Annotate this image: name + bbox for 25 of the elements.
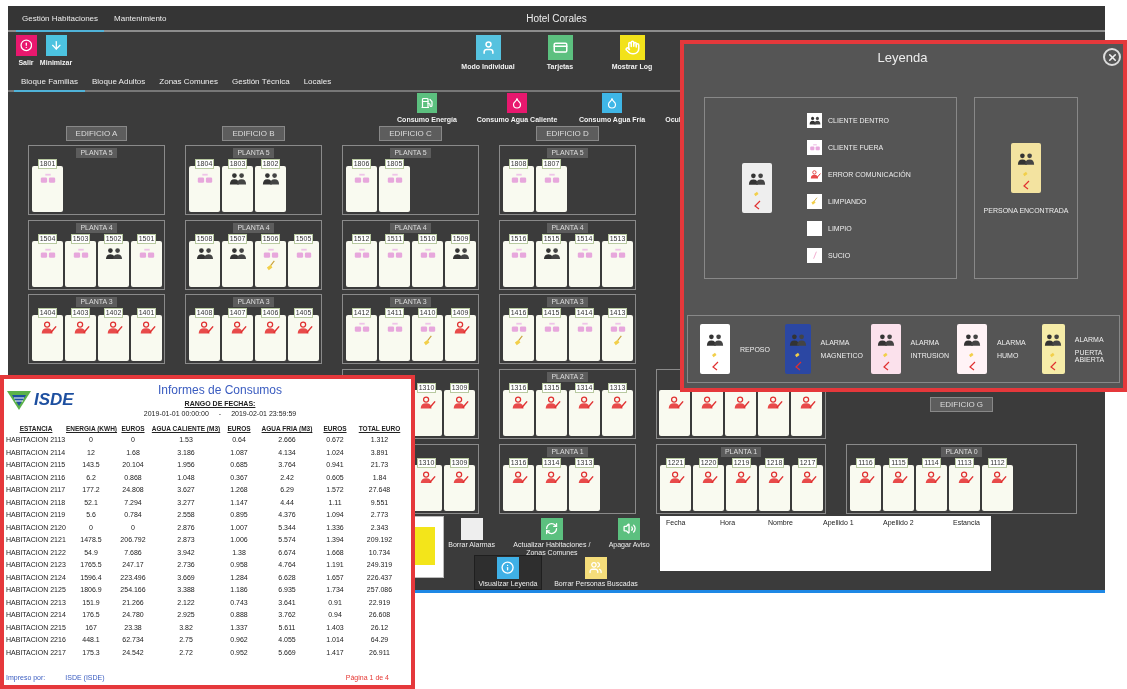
block-tab[interactable]: Bloque Familias — [14, 72, 85, 92]
block-tab[interactable]: Locales — [296, 72, 339, 92]
broom-icon — [264, 260, 277, 272]
report-title: Informes de Consumos — [157, 383, 283, 397]
block-tab[interactable]: Gestión Técnica — [225, 72, 297, 92]
building-button[interactable]: EDIFICIO C — [379, 125, 442, 141]
dirty-mark-icon — [811, 251, 818, 260]
close-icon — [1106, 51, 1118, 63]
keycard-icon — [742, 163, 772, 213]
logo-text: ISDE — [34, 390, 74, 410]
broom-icon — [421, 335, 434, 347]
broom-icon — [512, 335, 525, 347]
building-button[interactable]: EDIFICIO D — [536, 125, 599, 141]
menu-tab[interactable]: Gestión Habitaciones — [16, 6, 105, 32]
close-button[interactable] — [1103, 48, 1121, 66]
window-title: Hotel Corales — [526, 11, 587, 26]
broom-icon — [611, 335, 624, 347]
building-button[interactable]: EDIFICIO B — [222, 125, 285, 141]
building-button[interactable]: EDIFICIO A — [65, 125, 128, 141]
block-tab[interactable]: Zonas Comunes — [152, 72, 225, 92]
menu-tab[interactable]: Mantenimiento — [108, 6, 173, 32]
logo-icon — [6, 389, 32, 411]
building-button[interactable]: EDIFICIO G — [929, 396, 994, 412]
dialog-title: Leyenda — [877, 49, 928, 65]
block-tab[interactable]: Bloque Adultos — [84, 72, 153, 92]
